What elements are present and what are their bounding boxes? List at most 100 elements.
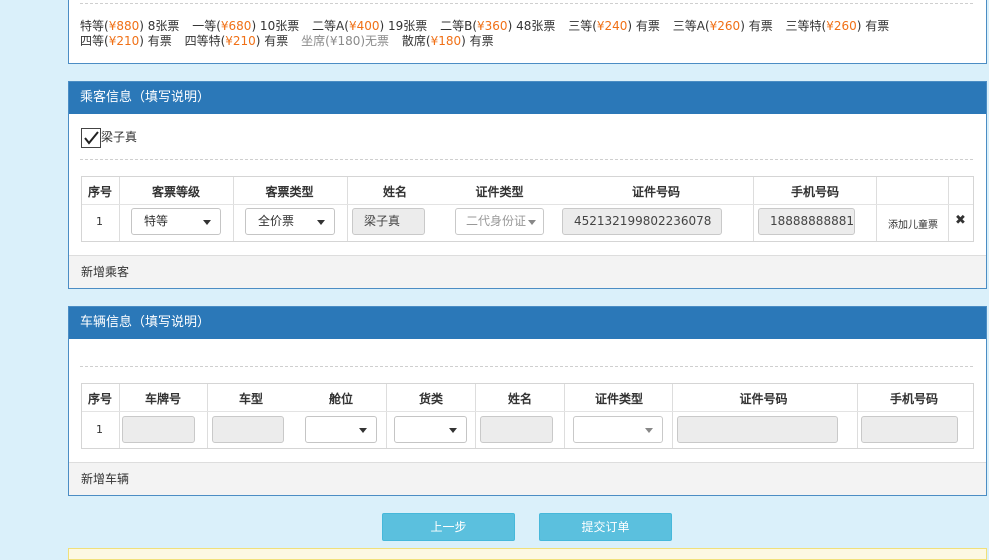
grade-select-value: 特等 (144, 214, 169, 228)
price-item-label: 二等A( (312, 19, 349, 33)
submit-order-button[interactable]: 提交订单 (539, 513, 672, 541)
price-availability: )无票 (360, 34, 390, 48)
vehicle-id-type-select[interactable] (573, 416, 663, 443)
col-header-plate: 车牌号 (144, 392, 181, 406)
col-header-name: 姓名 (507, 392, 532, 406)
price-value: ¥680 (220, 19, 252, 33)
price-item-label: 三等特( (785, 19, 827, 33)
passenger-panel-title[interactable]: 乘客信息（填写说明） (69, 82, 986, 114)
price-item: 二等B(¥360) 48张票 (440, 19, 555, 33)
price-value: ¥880 (108, 19, 140, 33)
cargo-select[interactable] (394, 416, 467, 443)
divider (80, 159, 973, 160)
price-value: ¥400 (348, 19, 380, 33)
price-availability: ) 有票 (856, 19, 890, 33)
chevron-down-icon (449, 428, 457, 433)
chevron-down-icon (359, 428, 367, 433)
price-item: 坐席(¥180)无票 (301, 34, 389, 48)
price-item: 散席(¥180) 有票 (402, 34, 494, 48)
col-header-id-type: 证件类型 (475, 185, 524, 199)
price-item-label: 三等( (568, 19, 597, 33)
price-item: 四等特(¥210) 有票 (185, 34, 289, 48)
price-item-label: 三等A( (672, 19, 710, 33)
price-value: ¥260 (709, 19, 741, 33)
price-value: ¥210 (225, 34, 256, 48)
ticket-type-select-value: 全价票 (258, 214, 295, 228)
chevron-down-icon (528, 220, 536, 225)
price-item-label: 散席( (401, 34, 431, 48)
price-item: 特等(¥880) 8张票 (80, 19, 179, 33)
price-value: ¥260 (826, 19, 857, 33)
price-value: ¥210 (108, 34, 140, 48)
ticket-type-select[interactable]: 全价票 (245, 208, 335, 235)
col-header-ticket-type: 客票类型 (265, 185, 314, 199)
price-item-label: 坐席( (301, 34, 330, 48)
price-availability: ) 10张票 (251, 19, 300, 33)
phone-field[interactable]: 18888888881 (758, 208, 855, 235)
price-item-label: 一等( (192, 19, 221, 33)
price-availability: ) 有票 (255, 34, 289, 48)
price-availability: ) 19张票 (379, 19, 428, 33)
price-item-label: 二等B( (440, 19, 478, 33)
col-header-phone: 手机号码 (790, 185, 839, 199)
row-index: 1 (96, 423, 103, 436)
price-availability: ) 有票 (139, 34, 172, 48)
id-type-select[interactable]: 二代身份证 (455, 208, 544, 235)
price-value: ¥240 (596, 19, 628, 33)
col-header-cabin: 舱位 (328, 392, 353, 406)
price-value: ¥180 (430, 34, 462, 48)
plate-field[interactable] (122, 416, 195, 443)
price-list: 特等(¥880) 8张票 一等(¥680) 10张票 二等A(¥400) 19张… (80, 19, 980, 49)
grade-select[interactable]: 特等 (131, 208, 221, 235)
check-icon (84, 131, 99, 145)
divider (80, 3, 973, 4)
price-item: 三等(¥240) 有票 (568, 19, 660, 33)
add-vehicle-button[interactable]: 新增车辆 (69, 462, 986, 495)
chevron-down-icon (645, 428, 653, 433)
price-value: ¥360 (477, 19, 508, 33)
vehicle-type-field[interactable] (212, 416, 284, 443)
cabin-select[interactable] (305, 416, 377, 443)
col-header-index: 序号 (87, 185, 112, 199)
name-field[interactable]: 梁子真 (352, 208, 425, 235)
price-availability: ) 48张票 (507, 19, 556, 33)
vehicle-panel-title[interactable]: 车辆信息（填写说明） (69, 307, 986, 339)
price-item: 三等A(¥260) 有票 (673, 19, 773, 33)
vehicle-name-field[interactable] (480, 416, 553, 443)
remove-passenger-icon[interactable]: ✖ (955, 213, 966, 228)
row-index: 1 (96, 215, 103, 228)
col-header-grade: 客票等级 (151, 185, 200, 199)
add-passenger-button[interactable]: 新增乘客 (69, 255, 986, 288)
add-child-ticket-link[interactable]: 添加儿童票 (888, 216, 938, 231)
passenger-checkbox[interactable] (81, 128, 101, 148)
price-availability: ) 8张票 (139, 19, 180, 33)
price-item: 三等特(¥260) 有票 (786, 19, 890, 33)
vehicle-phone-field[interactable] (861, 416, 958, 443)
id-type-select-value: 二代身份证 (466, 214, 527, 228)
price-value: ¥180 (329, 34, 361, 48)
id-number-field[interactable]: 452132199802236078 (562, 208, 722, 235)
price-item-label: 特等( (80, 19, 109, 33)
notice-box (68, 548, 987, 560)
passenger-checkbox-label: 梁子真 (101, 130, 138, 144)
col-header-name: 姓名 (382, 185, 407, 199)
chevron-down-icon (317, 220, 325, 225)
col-header-vehicle-type: 车型 (238, 392, 263, 406)
price-item: 一等(¥680) 10张票 (192, 19, 299, 33)
price-item: 四等(¥210) 有票 (80, 34, 172, 48)
price-availability: ) 有票 (627, 19, 660, 33)
prev-step-button[interactable]: 上一步 (382, 513, 515, 541)
col-header-index: 序号 (87, 392, 112, 406)
col-header-id-number: 证件号码 (739, 392, 788, 406)
price-item-label: 四等( (80, 34, 109, 48)
price-availability: ) 有票 (461, 34, 494, 48)
price-item: 二等A(¥400) 19张票 (312, 19, 427, 33)
col-header-id-type: 证件类型 (594, 392, 643, 406)
price-item-label: 四等特( (184, 34, 226, 48)
col-header-phone: 手机号码 (889, 392, 938, 406)
vehicle-id-number-field[interactable] (677, 416, 838, 443)
price-availability: ) 有票 (740, 19, 773, 33)
chevron-down-icon (203, 220, 211, 225)
col-header-cargo: 货类 (418, 392, 443, 406)
divider (80, 366, 973, 367)
